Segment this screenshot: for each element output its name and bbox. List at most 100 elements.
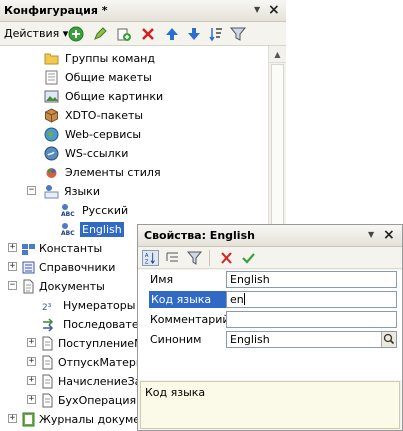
layout-icon (45, 70, 58, 85)
language-icon (44, 184, 59, 199)
property-row-synonym: Синоним English (138, 330, 402, 350)
tree-item-label: Справочники (39, 261, 116, 274)
package-icon (45, 108, 58, 123)
synonym-value: English (230, 333, 270, 346)
name-field[interactable]: English (226, 271, 397, 288)
add-icon[interactable] (68, 26, 84, 42)
tree-item-label: XDTO-пакеты (65, 109, 144, 122)
svg-text:A: A (145, 253, 149, 259)
collapse-toggle[interactable]: − (27, 186, 36, 195)
property-name: Синоним (150, 333, 202, 346)
language-code-field[interactable]: en (226, 291, 397, 308)
svg-text:2³: 2³ (42, 303, 52, 313)
tree-item-label: Общие макеты (65, 71, 152, 84)
properties-title: Свойства: English (144, 229, 255, 242)
configuration-toolbar: Действия ▾ (0, 22, 286, 46)
close-icon[interactable]: × (268, 2, 280, 18)
tree-item-label: Web-сервисы (65, 128, 142, 141)
move-up-icon[interactable] (164, 26, 180, 42)
properties-title-bar: Свойства: English ▼ × (138, 225, 402, 247)
actions-label: Действия (4, 27, 60, 40)
tree-item-label: Последовател (63, 318, 146, 331)
tree-item-label: Журналы докумен (39, 413, 148, 426)
document-icon (42, 393, 53, 408)
tree-item-label: ОтпускМатери (58, 356, 143, 369)
document-icon (42, 336, 53, 351)
properties-toolbar: A Z (138, 247, 402, 269)
property-description-text: Код языка (145, 386, 206, 399)
document-icon (23, 279, 34, 294)
move-down-icon[interactable] (186, 26, 202, 42)
property-name: Код языка (151, 293, 212, 306)
expand-toggle[interactable]: + (8, 243, 17, 252)
globe-link-icon (44, 146, 59, 161)
filter-icon[interactable] (186, 250, 203, 266)
categories-icon[interactable] (164, 250, 181, 266)
picture-icon (44, 90, 59, 103)
sort-alphabetical-icon[interactable]: A Z (142, 250, 159, 266)
collapse-toggle[interactable]: − (8, 281, 17, 290)
configuration-title: Конфигурация * (4, 4, 108, 17)
property-name-selected: Код языка (149, 291, 226, 308)
expand-toggle[interactable]: + (27, 357, 36, 366)
abc-icon: ABC (61, 203, 76, 218)
abc-icon: ABC (61, 222, 76, 237)
expand-toggle[interactable]: + (27, 376, 36, 385)
expand-toggle[interactable]: + (8, 414, 17, 423)
tree-item-label: Общие картинки (65, 90, 164, 103)
expand-toggle[interactable]: + (27, 338, 36, 347)
expand-toggle[interactable]: + (8, 262, 17, 271)
scroll-up-arrow-icon[interactable]: ▲ (269, 46, 286, 63)
document-icon (42, 355, 53, 370)
property-row-language-code: Код языка en (138, 290, 402, 310)
tree-item-label: Языки (64, 185, 100, 198)
actions-menu[interactable]: Действия ▾ (4, 27, 68, 40)
properties-window: Свойства: English ▼ × A Z Имя English Ко… (137, 224, 403, 431)
style-icon (46, 168, 57, 178)
expand-toggle[interactable]: + (27, 395, 36, 404)
tree-item-label: Группы команд (65, 52, 155, 65)
svg-text:Z: Z (145, 259, 149, 265)
synonym-field[interactable]: English (226, 331, 397, 348)
delete-icon[interactable] (218, 250, 235, 266)
constants-icon (22, 244, 35, 255)
configuration-title-bar: Конфигурация * ▼ × (0, 0, 286, 22)
close-icon[interactable]: × (383, 227, 395, 243)
copy-add-icon[interactable] (116, 26, 132, 42)
folder-icon (44, 53, 59, 65)
numerator-icon: 2³ (42, 303, 52, 313)
search-icon[interactable] (381, 332, 396, 347)
journal-icon (22, 412, 35, 427)
tree-item-label: Нумераторы (63, 299, 136, 312)
sort-icon[interactable] (208, 26, 224, 42)
tree-item-label: НачислениеЗа (58, 375, 142, 388)
text-caret (243, 293, 245, 305)
pin-icon[interactable]: ▼ (368, 230, 374, 239)
toolbar-separator (209, 250, 210, 266)
edit-icon[interactable] (92, 26, 108, 42)
name-value: English (230, 273, 270, 286)
property-name: Имя (150, 273, 174, 286)
delete-icon[interactable] (140, 26, 156, 42)
language-code-value: en (230, 293, 244, 306)
property-row-name: Имя English (138, 270, 402, 290)
sequence-icon (43, 318, 54, 332)
document-icon (42, 374, 53, 389)
tree-item-label: Русский (82, 204, 129, 217)
tree-item-label: WS-ссылки (65, 147, 129, 160)
catalog-icon (22, 261, 35, 274)
tree-item-label: Элементы стиля (65, 166, 161, 179)
filter-icon[interactable] (230, 26, 246, 42)
tree-item-label: ПоступлениеМ (58, 337, 144, 350)
property-row-comment: Комментарий (138, 310, 402, 330)
property-name: Комментарий (150, 313, 230, 326)
tree-item-label: Константы (39, 242, 103, 255)
comment-field[interactable] (226, 311, 397, 328)
pin-icon[interactable]: ▼ (254, 5, 260, 14)
checkmark-icon[interactable] (240, 250, 257, 266)
tree-item-label-selected: English (80, 222, 124, 237)
globe-icon (44, 127, 59, 142)
tree-item-label: БухОперация (58, 394, 137, 407)
property-description: Код языка (140, 381, 400, 429)
properties-grid: Имя English Код языка en Комментарий Син… (138, 270, 402, 380)
